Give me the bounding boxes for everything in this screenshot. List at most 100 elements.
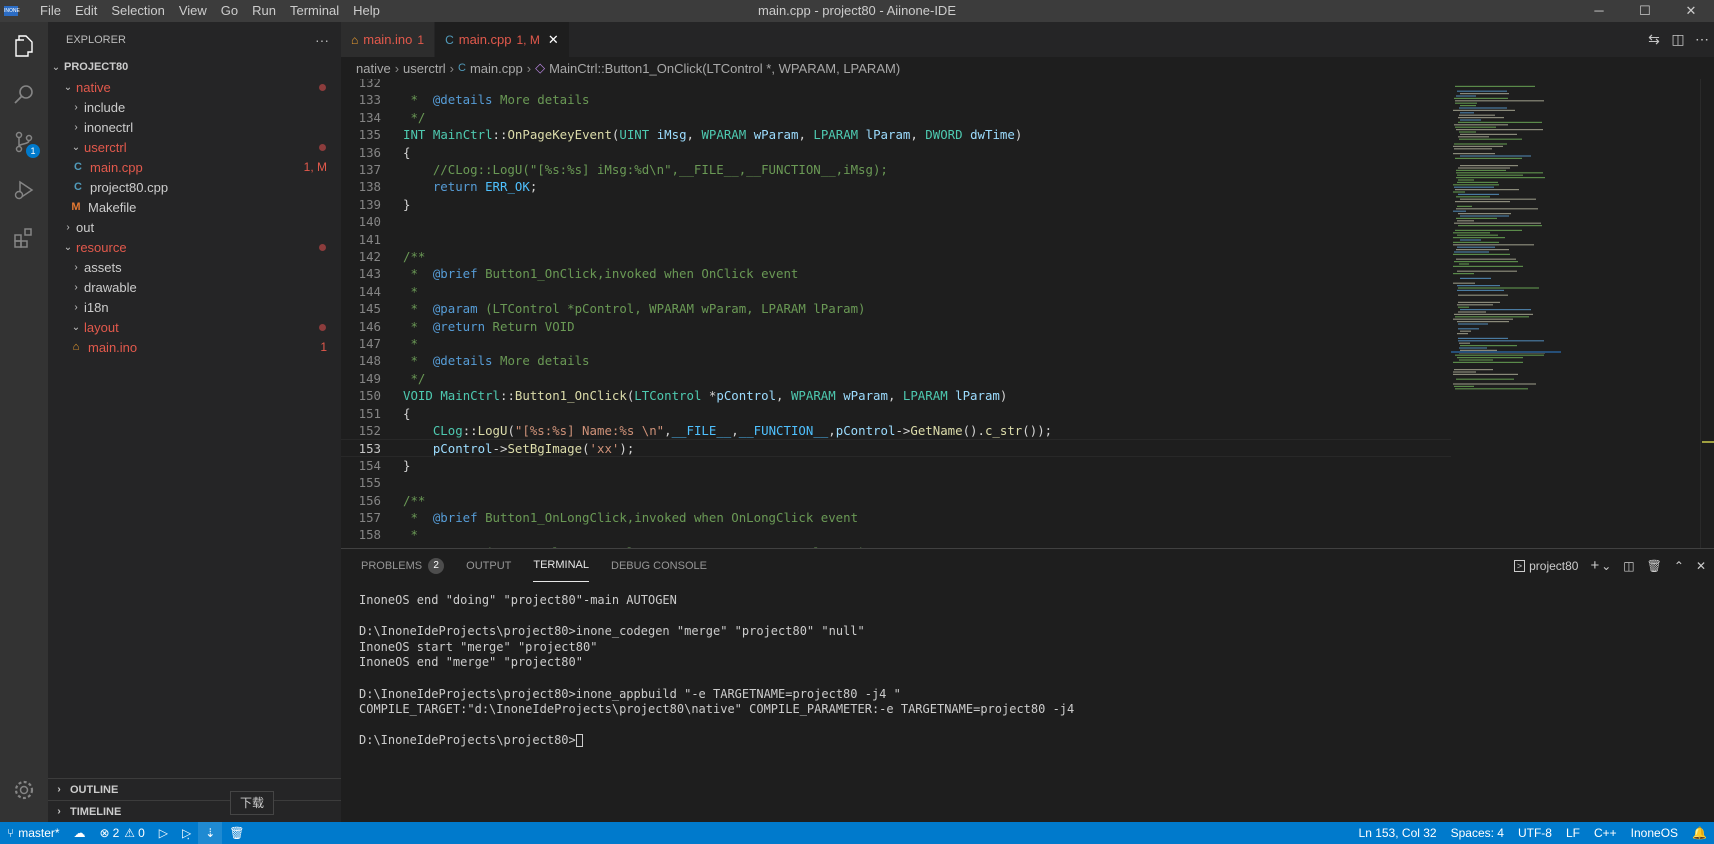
breadcrumb-item[interactable]: main.cpp xyxy=(470,61,523,76)
settings-gear-icon[interactable] xyxy=(0,766,48,814)
menu-help[interactable]: Help xyxy=(346,0,387,22)
menu-run[interactable]: Run xyxy=(245,0,283,22)
tree-item-include[interactable]: › include xyxy=(48,97,341,117)
clean-button[interactable]: 🗑 xyxy=(222,822,251,844)
tab-output[interactable]: OUTPUT xyxy=(466,549,511,582)
overview-ruler[interactable] xyxy=(1700,79,1714,548)
tab-debug-console[interactable]: DEBUG CONSOLE xyxy=(611,549,707,582)
project-root[interactable]: ⌄ PROJECT80 xyxy=(48,57,341,77)
code-line[interactable]: 145 * @param (LTControl *pControl, WPARA… xyxy=(341,300,1451,317)
code-line[interactable]: 157 * @brief Button1_OnLongClick,invoked… xyxy=(341,509,1451,526)
tree-item-main-ino[interactable]: ⌂ main.ino 1 xyxy=(48,337,341,357)
breadcrumb-item[interactable]: native xyxy=(356,61,391,76)
os-target[interactable]: InoneOS xyxy=(1624,822,1685,844)
split-editor-icon[interactable]: ◫ xyxy=(1666,31,1690,48)
close-panel-icon[interactable]: ✕ xyxy=(1696,559,1706,573)
code-line[interactable]: 138 return ERR_OK; xyxy=(341,178,1451,195)
code-line[interactable]: 154} xyxy=(341,457,1451,474)
menu-selection[interactable]: Selection xyxy=(104,0,171,22)
source-control-icon[interactable]: 1 xyxy=(0,118,48,166)
code-line[interactable]: 150 VOID MainCtrl::Button1_OnClick(LTCont… xyxy=(341,387,1451,404)
code-line[interactable]: 137 //CLog::LogU("[%s:%s] iMsg:%d\n",__F… xyxy=(341,161,1451,178)
tree-item-i18n[interactable]: › i18n xyxy=(48,297,341,317)
compare-changes-icon[interactable]: ⇆ xyxy=(1642,31,1666,48)
run-debug-icon[interactable] xyxy=(0,166,48,214)
minimap[interactable] xyxy=(1451,79,1561,548)
code-line[interactable]: 152 CLog::LogU("[%s:%s] Name:%s \n",__FI… xyxy=(341,422,1451,439)
terminal-prompt-line[interactable]: D:\InoneIdeProjects\project80> xyxy=(359,733,1074,749)
more-actions-icon[interactable]: ⋯ xyxy=(1690,31,1714,48)
download-button[interactable]: ⇣ xyxy=(198,822,223,844)
code-line[interactable]: 149 */ xyxy=(341,370,1451,387)
tab-main-cpp[interactable]: C main.cpp 1, M ✕ xyxy=(435,22,570,57)
minimize-icon[interactable]: ─ xyxy=(1576,0,1622,22)
menu-view[interactable]: View xyxy=(172,0,214,22)
line-ending[interactable]: LF xyxy=(1559,822,1587,844)
menu-terminal[interactable]: Terminal xyxy=(283,0,346,22)
tab-problems[interactable]: PROBLEMS 2 xyxy=(361,549,445,582)
code-line[interactable]: 135 INT MainCtrl::OnPageKeyEvent(UINT iMs… xyxy=(341,126,1451,143)
code-line[interactable]: 134 */ xyxy=(341,109,1451,126)
code-line[interactable]: 156 /** xyxy=(341,492,1451,509)
code-line[interactable]: 142 /** xyxy=(341,248,1451,265)
timeline-section[interactable]: › TIMELINE xyxy=(48,800,341,822)
sync-item[interactable]: ☁ xyxy=(67,822,93,844)
code-line[interactable]: 136 { xyxy=(341,144,1451,161)
code-line[interactable]: 143 * @brief Button1_OnClick,invoked whe… xyxy=(341,265,1451,282)
branch-item[interactable]: ⑂ master* xyxy=(0,822,67,844)
code-line[interactable]: 158 * xyxy=(341,526,1451,543)
code-line[interactable]: 155 xyxy=(341,474,1451,491)
terminal-name[interactable]: project80 xyxy=(1529,559,1578,573)
tree-item-layout[interactable]: ⌄ layout xyxy=(48,317,341,337)
problems-item[interactable]: ⊗ 2 ⚠ 0 xyxy=(93,822,152,844)
breadcrumb-item[interactable]: userctrl xyxy=(403,61,446,76)
menu-file[interactable]: File xyxy=(33,0,68,22)
tree-item-main-cpp[interactable]: Cmain.cpp 1, M xyxy=(48,157,341,177)
terminal-output[interactable]: InoneOS end "doing" "project80"-main AUT… xyxy=(359,593,1074,749)
code-line[interactable]: 132 xyxy=(341,79,1451,91)
run-button[interactable]: ▷ xyxy=(152,822,175,844)
maximize-icon[interactable]: ☐ xyxy=(1622,0,1668,22)
debug-run-button[interactable]: ▷̣ xyxy=(175,822,198,844)
code-line[interactable]: 147 * xyxy=(341,335,1451,352)
tree-item-drawable[interactable]: › drawable xyxy=(48,277,341,297)
code-line[interactable]: 146 * @return Return VOID xyxy=(341,318,1451,335)
chevron-down-icon[interactable]: ⌄ xyxy=(1601,559,1611,573)
notifications-bell-icon[interactable]: 🔔 xyxy=(1685,822,1714,844)
close-window-icon[interactable]: ✕ xyxy=(1668,0,1714,22)
close-tab-icon[interactable]: ✕ xyxy=(548,32,559,48)
indentation[interactable]: Spaces: 4 xyxy=(1444,822,1511,844)
code-line[interactable]: 140 xyxy=(341,213,1451,230)
tree-item-out[interactable]: › out xyxy=(48,217,341,237)
breadcrumb-item[interactable]: MainCtrl::Button1_OnClick(LTControl *, W… xyxy=(549,61,900,76)
code-line[interactable]: 153 pControl->SetBgImage('xx'); xyxy=(341,439,1451,457)
tab-terminal[interactable]: TERMINAL xyxy=(533,549,589,582)
outline-section[interactable]: › OUTLINE xyxy=(48,778,341,800)
code-editor[interactable]: 132 133 * @details More details 134 */135 I… xyxy=(341,79,1714,548)
encoding[interactable]: UTF-8 xyxy=(1511,822,1559,844)
code-line[interactable]: 148 * @details More details xyxy=(341,352,1451,369)
tree-item-assets[interactable]: › assets xyxy=(48,257,341,277)
code-line[interactable]: 141 xyxy=(341,231,1451,248)
more-actions-icon[interactable]: ··· xyxy=(315,32,329,48)
tree-item-resource[interactable]: ⌄ resource xyxy=(48,237,341,257)
maximize-panel-icon[interactable]: ⌃ xyxy=(1674,559,1684,573)
explorer-icon[interactable] xyxy=(0,22,48,70)
cursor-position[interactable]: Ln 153, Col 32 xyxy=(1352,822,1444,844)
search-icon[interactable] xyxy=(0,70,48,118)
tree-item-userctrl[interactable]: ⌄ userctrl xyxy=(48,137,341,157)
tree-item-inonectrl[interactable]: › inonectrl xyxy=(48,117,341,137)
code-line[interactable]: 151 { xyxy=(341,405,1451,422)
language-mode[interactable]: C++ xyxy=(1587,822,1624,844)
tree-item-project80-cpp[interactable]: Cproject80.cpp xyxy=(48,177,341,197)
trash-icon[interactable]: 🗑 xyxy=(1647,559,1662,573)
extensions-icon[interactable] xyxy=(0,214,48,262)
tab-main-ino[interactable]: ⌂ main.ino 1 xyxy=(341,22,436,57)
code-line[interactable]: 139} xyxy=(341,196,1451,213)
code-line[interactable]: 144 * xyxy=(341,283,1451,300)
tree-item-makefile[interactable]: M Makefile xyxy=(48,197,341,217)
menu-edit[interactable]: Edit xyxy=(68,0,104,22)
split-terminal-icon[interactable]: ◫ xyxy=(1623,559,1634,573)
menu-go[interactable]: Go xyxy=(214,0,245,22)
code-line[interactable]: 133 * @details More details xyxy=(341,91,1451,108)
